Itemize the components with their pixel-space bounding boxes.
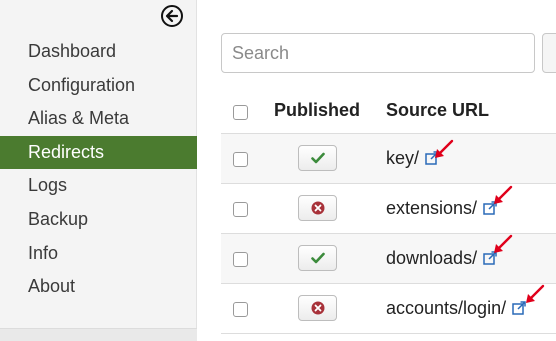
- sidebar-item-backup[interactable]: Backup: [0, 203, 197, 237]
- table-row: key/: [221, 134, 556, 184]
- publish-toggle-button[interactable]: [298, 245, 337, 271]
- select-all-checkbox[interactable]: [233, 105, 248, 120]
- sidebar-nav: Dashboard Configuration Alias & Meta Red…: [0, 35, 197, 304]
- circle-arrow-left-icon: [161, 5, 183, 27]
- unpublished-x-icon: [311, 301, 324, 315]
- source-url-link[interactable]: key/: [386, 148, 439, 169]
- publish-toggle-button[interactable]: [298, 295, 337, 321]
- table-row: downloads/: [221, 234, 556, 284]
- sidebar-item-redirects[interactable]: Redirects: [0, 135, 197, 170]
- redirects-table: Published Source URL key/ extensions/ do…: [221, 88, 556, 334]
- external-link-icon[interactable]: [512, 301, 526, 315]
- header-published[interactable]: Published: [274, 100, 360, 121]
- sidebar-item-alias-meta[interactable]: Alias & Meta: [0, 102, 197, 136]
- external-link-icon[interactable]: [425, 151, 439, 165]
- source-url-link[interactable]: extensions/: [386, 198, 497, 219]
- external-link-icon[interactable]: [483, 251, 497, 265]
- row-checkbox[interactable]: [233, 152, 248, 167]
- collapse-sidebar-button[interactable]: [160, 4, 184, 28]
- search-button[interactable]: [542, 33, 556, 73]
- table-row: extensions/: [221, 184, 556, 234]
- sidebar-item-configuration[interactable]: Configuration: [0, 69, 197, 103]
- row-checkbox[interactable]: [233, 252, 248, 267]
- source-url-link[interactable]: downloads/: [386, 248, 497, 269]
- sidebar-item-dashboard[interactable]: Dashboard: [0, 35, 197, 69]
- header-source-url[interactable]: Source URL: [386, 100, 489, 121]
- sidebar-footer: [0, 328, 197, 341]
- search-input[interactable]: [221, 33, 535, 73]
- table-header: Published Source URL: [221, 88, 556, 134]
- sidebar: Dashboard Configuration Alias & Meta Red…: [0, 0, 197, 341]
- sidebar-item-about[interactable]: About: [0, 270, 197, 304]
- row-checkbox[interactable]: [233, 202, 248, 217]
- external-link-icon[interactable]: [483, 201, 497, 215]
- row-checkbox[interactable]: [233, 302, 248, 317]
- check-icon: [310, 252, 325, 264]
- table-row: accounts/login/: [221, 284, 556, 334]
- unpublished-x-icon: [311, 201, 324, 215]
- check-icon: [310, 152, 325, 164]
- publish-toggle-button[interactable]: [298, 195, 337, 221]
- sidebar-item-info[interactable]: Info: [0, 237, 197, 271]
- source-url-link[interactable]: accounts/login/: [386, 298, 526, 319]
- sidebar-item-logs[interactable]: Logs: [0, 169, 197, 203]
- publish-toggle-button[interactable]: [298, 145, 337, 171]
